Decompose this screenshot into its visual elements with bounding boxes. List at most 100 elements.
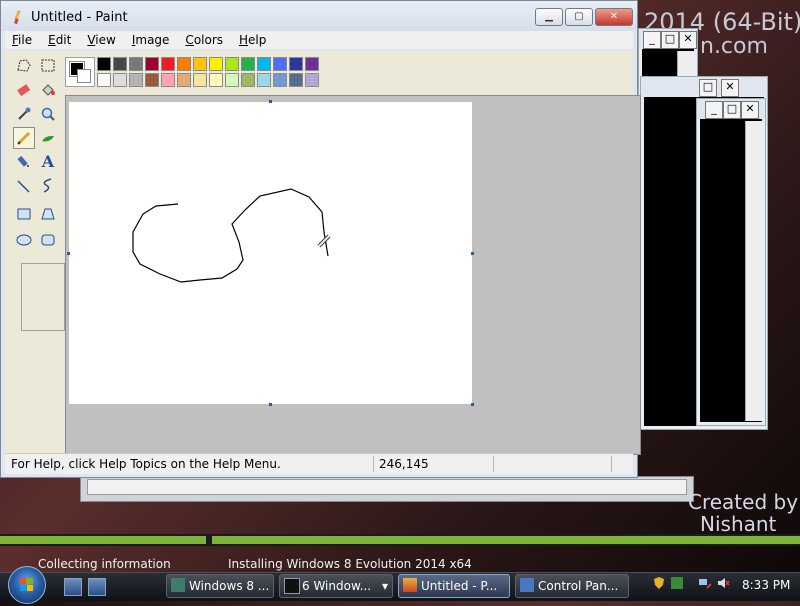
palette-swatch[interactable] — [209, 73, 223, 87]
menu-image[interactable]: Image — [125, 31, 177, 49]
paint-titlebar[interactable]: Untitled - Paint ▁ ▢ ✕ — [1, 1, 637, 31]
console-close-button[interactable]: ✕ — [679, 31, 697, 49]
polygon-tool[interactable] — [37, 203, 59, 225]
palette-swatch[interactable] — [225, 57, 239, 71]
palette-swatch[interactable] — [177, 57, 191, 71]
menu-file[interactable]: File — [5, 31, 39, 49]
palette-swatch[interactable] — [289, 57, 303, 71]
menu-colors[interactable]: Colors — [178, 31, 230, 49]
action-center-icon[interactable] — [670, 576, 684, 590]
rounded-rectangle-icon — [41, 234, 55, 246]
canvas-area[interactable] — [65, 95, 641, 455]
current-colors[interactable] — [65, 57, 95, 87]
window-title: Untitled - Paint — [31, 10, 128, 25]
palette-swatch[interactable] — [97, 73, 111, 87]
polygon-icon — [41, 208, 55, 220]
taskbar-item-control-panel[interactable]: Control Pan... — [515, 574, 629, 598]
taskbar-item-paint[interactable]: Untitled - P... — [398, 574, 510, 598]
menu-view[interactable]: View — [80, 31, 122, 49]
palette-swatch[interactable] — [193, 57, 207, 71]
rounded-rectangle-tool[interactable] — [37, 229, 59, 251]
console-scrollbar[interactable] — [745, 121, 762, 421]
curve-icon — [43, 178, 52, 193]
pick-color-tool[interactable] — [13, 103, 35, 125]
taskbar-item-windows8[interactable]: Windows 8 ... — [166, 574, 274, 598]
airbrush-icon — [17, 155, 29, 167]
palette-swatch[interactable] — [289, 73, 303, 87]
palette-swatch[interactable] — [129, 73, 143, 87]
palette-swatch[interactable] — [273, 73, 287, 87]
console-minimize-button[interactable]: _ — [705, 101, 723, 119]
console-close-button[interactable]: ✕ — [741, 101, 759, 119]
palette-swatch[interactable] — [257, 73, 271, 87]
brush-icon — [42, 135, 54, 142]
palette-swatch[interactable] — [273, 57, 287, 71]
palette-swatch[interactable] — [209, 57, 223, 71]
palette-swatch[interactable] — [305, 73, 319, 87]
minimize-button[interactable]: ▁ — [535, 8, 563, 26]
canvas-resize-handle-right[interactable] — [471, 252, 474, 255]
palette-swatch[interactable] — [193, 73, 207, 87]
network-icon[interactable] — [698, 576, 712, 590]
background-color[interactable] — [77, 69, 91, 83]
maximize-button[interactable]: ▢ — [565, 8, 593, 26]
eraser-tool[interactable] — [13, 79, 35, 101]
ellipse-tool[interactable] — [13, 229, 35, 251]
magnifier-tool[interactable] — [37, 103, 59, 125]
free-form-select-tool[interactable] — [13, 55, 35, 77]
menu-help[interactable]: Help — [232, 31, 273, 49]
status-separator — [373, 456, 374, 472]
rect-select-tool[interactable] — [37, 55, 59, 77]
canvas-resize-handle-bottom[interactable] — [269, 403, 272, 406]
show-desktop-icon[interactable] — [64, 578, 82, 596]
palette-swatch[interactable] — [145, 57, 159, 71]
volume-muted-icon[interactable] — [716, 576, 730, 590]
palette-swatch[interactable] — [305, 57, 319, 71]
console-app-icon — [284, 578, 300, 594]
rectangle-tool[interactable] — [13, 203, 35, 225]
palette-swatch[interactable] — [129, 57, 143, 71]
close-button[interactable]: ✕ — [595, 8, 633, 26]
drawing-canvas[interactable] — [69, 102, 472, 404]
airbrush-tool[interactable] — [13, 151, 35, 173]
fill-tool[interactable] — [37, 79, 59, 101]
palette-swatch[interactable] — [257, 57, 271, 71]
palette-swatch[interactable] — [97, 57, 111, 71]
rect-select-icon — [41, 59, 55, 72]
taskbar-clock[interactable]: 8:33 PM — [742, 578, 790, 592]
status-separator — [493, 456, 494, 472]
line-tool[interactable] — [13, 175, 35, 197]
palette-swatch[interactable] — [161, 57, 175, 71]
switch-windows-icon[interactable] — [88, 578, 106, 596]
background-window-content — [87, 479, 687, 495]
palette-swatch[interactable] — [241, 57, 255, 71]
group-dropdown-icon[interactable]: ▾ — [382, 575, 388, 597]
window-app-icon — [171, 578, 185, 592]
console-maximize-button[interactable]: □ — [661, 31, 679, 49]
menu-bar: File Edit View Image Colors Help — [5, 31, 633, 49]
start-button[interactable] — [8, 566, 46, 604]
security-shield-icon[interactable] — [652, 576, 666, 590]
palette-swatch[interactable] — [113, 57, 127, 71]
tool-options-box[interactable] — [21, 263, 65, 331]
console-close-button[interactable]: ✕ — [721, 79, 739, 97]
pencil-tool[interactable] — [13, 127, 35, 149]
text-tool[interactable]: A — [37, 151, 59, 173]
palette-swatch[interactable] — [177, 73, 191, 87]
console-minimize-button[interactable]: _ — [643, 31, 661, 49]
console-maximize-button[interactable]: □ — [723, 101, 741, 119]
canvas-resize-handle-corner[interactable] — [471, 403, 474, 406]
status-bar: For Help, click Help Topics on the Help … — [5, 453, 633, 474]
palette-swatch[interactable] — [145, 73, 159, 87]
console-maximize-button[interactable]: □ — [699, 79, 717, 97]
palette-swatch[interactable] — [161, 73, 175, 87]
palette-swatch[interactable] — [241, 73, 255, 87]
palette-swatch[interactable] — [225, 73, 239, 87]
taskbar-item-console-group[interactable]: 6 Window... ▾ — [279, 574, 393, 598]
palette-swatch[interactable] — [113, 73, 127, 87]
curve-tool[interactable] — [37, 175, 59, 197]
brush-tool[interactable] — [37, 127, 59, 149]
menu-edit[interactable]: Edit — [41, 31, 78, 49]
ellipse-icon — [16, 234, 32, 246]
pencil-cursor-icon — [317, 234, 331, 248]
